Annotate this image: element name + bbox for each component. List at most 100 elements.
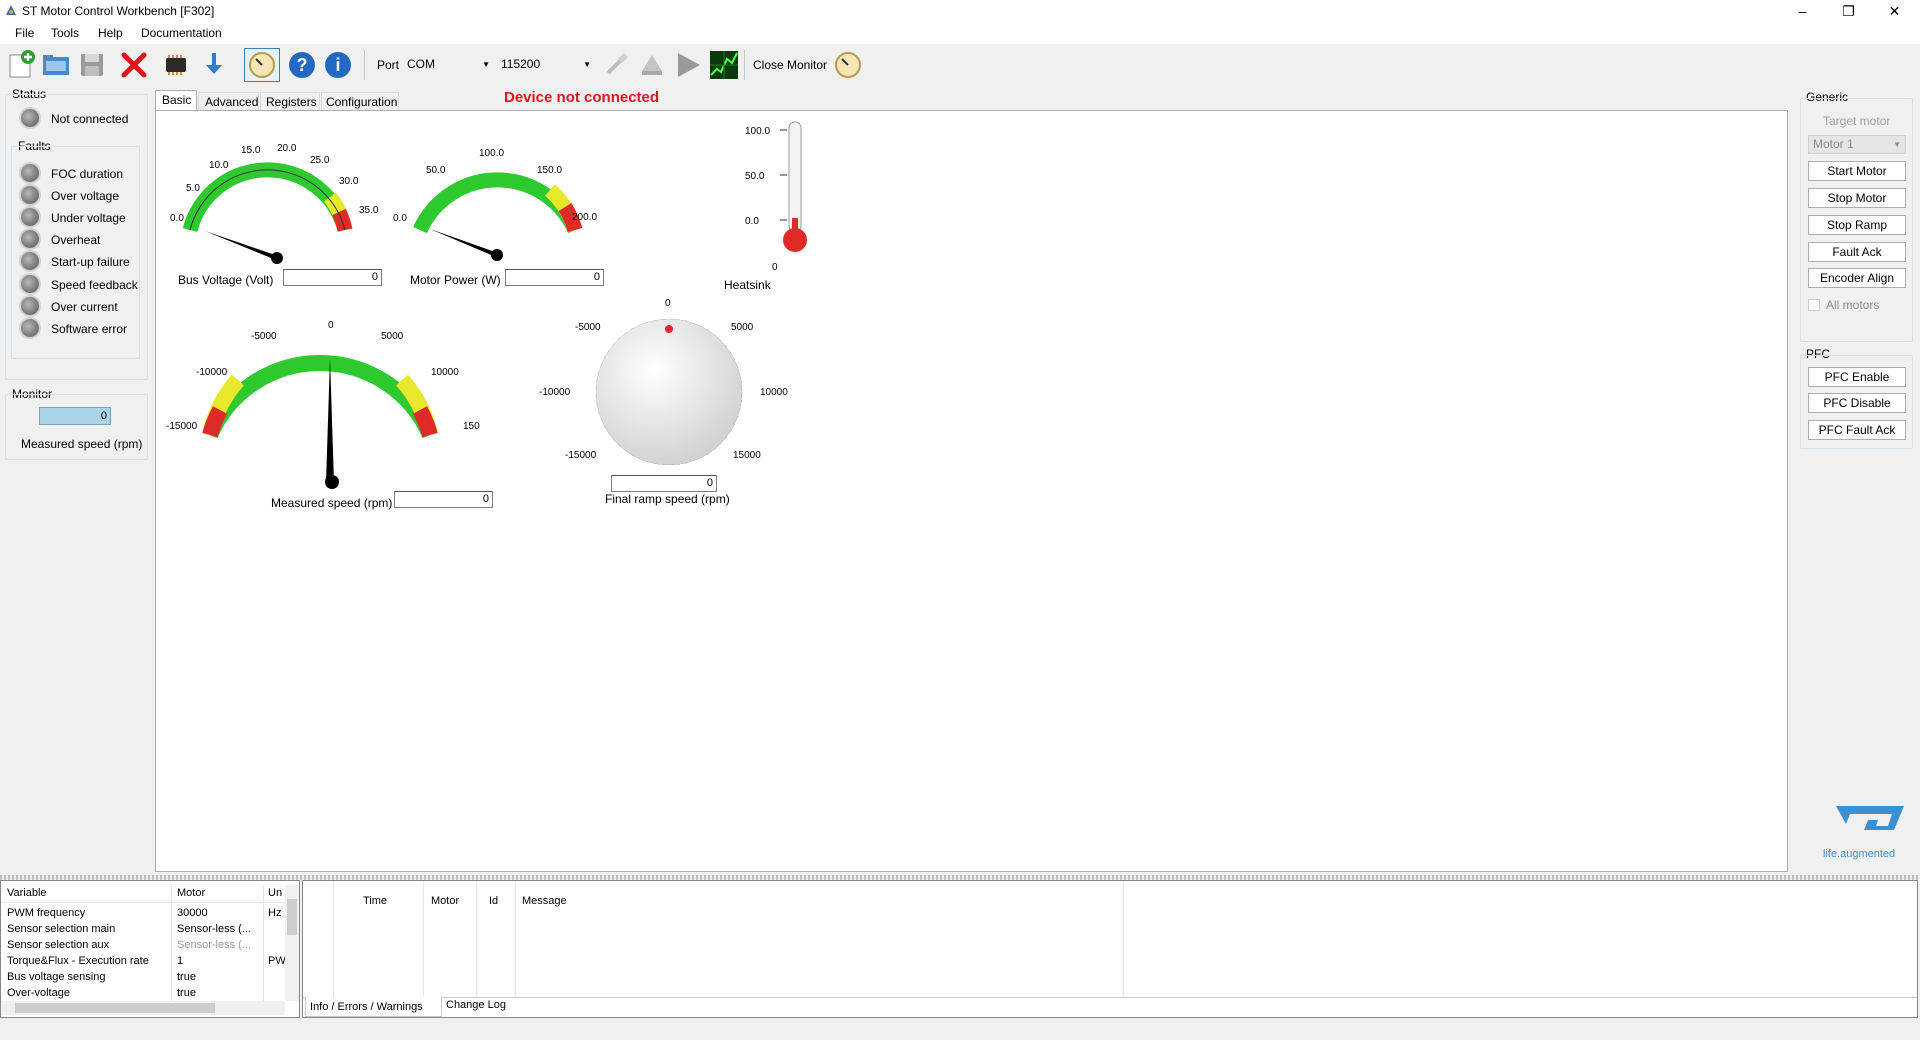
table-cell: true xyxy=(177,971,196,983)
gauge-icon xyxy=(249,52,275,78)
tab-configuration-label[interactable]: Configuration xyxy=(326,95,397,109)
measured-speed-gauge: -15000 -10000 -5000 0 5000 10000 15000 xyxy=(166,320,480,489)
connect-plug-icon[interactable] xyxy=(600,49,632,81)
gauge-tick: 0 xyxy=(328,320,334,331)
write-icon[interactable] xyxy=(636,49,668,81)
window-title: ST Motor Control Workbench [F302] xyxy=(22,4,215,18)
gauge-needle xyxy=(430,229,498,257)
start-motor-button[interactable]: Start Motor xyxy=(1808,161,1906,181)
table-cell: Over-voltage xyxy=(7,987,70,999)
menu-tools[interactable]: Tools xyxy=(51,26,79,40)
download-icon[interactable] xyxy=(198,49,230,81)
motor-select[interactable]: Motor 1 ▼ xyxy=(1808,135,1906,154)
measured-speed-readout: 0 xyxy=(394,491,493,508)
tab-info-errors-warnings-label[interactable]: Info / Errors / Warnings xyxy=(310,1001,423,1013)
info-icon[interactable]: i xyxy=(322,49,354,81)
pfc-fault-ack-button[interactable]: PFC Fault Ack xyxy=(1808,420,1906,440)
gauge-tick: 15000 xyxy=(463,421,480,432)
measured-speed-label: Measured speed (rpm) xyxy=(271,496,393,510)
fault-label: Over voltage xyxy=(51,189,120,203)
table-cell: PWM frequency xyxy=(7,907,86,919)
grid-header-cell[interactable]: Motor xyxy=(177,887,205,899)
fault-led-startup-failure xyxy=(21,252,39,270)
monitor-toggle-button[interactable] xyxy=(244,48,280,82)
scrollbar-thumb[interactable] xyxy=(15,1003,215,1013)
log-tab-divider xyxy=(303,997,1917,998)
chip-icon[interactable] xyxy=(160,49,192,81)
menu-help[interactable]: Help xyxy=(98,26,123,40)
connection-status: Not connected xyxy=(51,112,129,126)
log-header-cell[interactable]: Time xyxy=(363,895,387,907)
toolbar: ? i Port COM ▼ 115200 ▼ Close Monitor xyxy=(0,44,1920,86)
log-header-cell[interactable]: Message xyxy=(522,895,567,907)
scrollbar-thumb[interactable] xyxy=(287,899,297,935)
knob-tick: -10000 xyxy=(539,387,571,398)
gauge-tick: -10000 xyxy=(196,367,228,378)
gauge-pivot xyxy=(325,475,339,489)
all-motors-checkbox[interactable] xyxy=(1808,299,1820,311)
help-icon[interactable]: ? xyxy=(286,49,318,81)
tab-registers-label[interactable]: Registers xyxy=(266,95,317,109)
close-window-button[interactable]: ✕ xyxy=(1872,0,1917,22)
fault-label: Software error xyxy=(51,322,128,336)
title-bar: ST Motor Control Workbench [F302] – ❐ ✕ xyxy=(0,0,1920,22)
fault-label: Overheat xyxy=(51,233,101,247)
port-select[interactable]: COM ▼ xyxy=(401,54,494,75)
gauge-tick: 0.0 xyxy=(393,213,407,224)
play-icon[interactable] xyxy=(672,49,704,81)
log-column-divider xyxy=(1123,881,1124,997)
knob-tick: 10000 xyxy=(760,387,788,398)
scope-icon[interactable] xyxy=(708,49,740,81)
baud-select[interactable]: 115200 ▼ xyxy=(495,54,595,75)
vertical-scrollbar[interactable] xyxy=(285,885,299,1001)
grid-header-cell[interactable]: Un xyxy=(268,887,282,899)
encoder-align-button[interactable]: Encoder Align xyxy=(1808,268,1906,288)
menu-file[interactable]: File xyxy=(15,26,34,40)
log-header-cell[interactable]: Id xyxy=(489,895,498,907)
table-cell: Sensor selection aux xyxy=(7,939,110,951)
knob-tick: -5000 xyxy=(575,322,601,333)
final-ramp-knob[interactable]: 0 5000 10000 15000 -15000 -10000 -5000 xyxy=(535,295,795,465)
fault-label: Speed feedback xyxy=(51,278,138,292)
gauge-needle xyxy=(205,231,278,260)
gauge-tick: 25.0 xyxy=(310,155,330,166)
motor-power-gauge: 0.0 50.0 100.0 150.0 200.0 xyxy=(393,148,597,261)
knob-indicator xyxy=(665,325,673,333)
table-cell: Sensor-less (... xyxy=(177,923,251,935)
table-cell: 1 xyxy=(177,955,184,967)
pfc-enable-button[interactable]: PFC Enable xyxy=(1808,367,1906,387)
fault-ack-button[interactable]: Fault Ack xyxy=(1808,242,1906,262)
log-header-cell[interactable]: Motor xyxy=(431,895,459,907)
tab-change-log-label[interactable]: Change Log xyxy=(446,999,506,1011)
bus-voltage-label: Bus Voltage (Volt) xyxy=(178,273,274,287)
log-column-divider xyxy=(476,881,477,997)
menu-documentation[interactable]: Documentation xyxy=(141,26,222,40)
motor-select-value: Motor 1 xyxy=(1813,137,1854,151)
knob-tick: -15000 xyxy=(565,450,597,461)
tab-advanced-label[interactable]: Advanced xyxy=(205,95,258,109)
pfc-disable-button[interactable]: PFC Disable xyxy=(1808,393,1906,413)
delete-icon[interactable] xyxy=(118,49,150,81)
table-cell: Hz xyxy=(268,907,282,919)
toolbar-separator xyxy=(744,50,745,80)
knob-tick: 0 xyxy=(665,298,671,309)
grid-header-cell[interactable]: Variable xyxy=(7,887,47,899)
save-icon[interactable] xyxy=(76,49,108,81)
monitor-speed-label: Measured speed (rpm) xyxy=(21,437,143,451)
open-folder-icon[interactable] xyxy=(40,49,72,81)
gauge-pivot xyxy=(271,252,283,264)
new-project-icon[interactable] xyxy=(6,49,38,81)
port-value: COM xyxy=(407,57,435,71)
gauge-tick: 10000 xyxy=(431,367,459,378)
close-monitor-label[interactable]: Close Monitor xyxy=(753,58,827,72)
chevron-down-icon: ▼ xyxy=(1893,140,1901,149)
log-panel: Time Motor Id Message Info / Errors / Wa… xyxy=(302,880,1918,1018)
close-monitor-gauge-icon[interactable] xyxy=(832,49,864,81)
restore-button[interactable]: ❐ xyxy=(1826,0,1871,22)
minimize-button[interactable]: – xyxy=(1780,0,1825,22)
stop-motor-button[interactable]: Stop Motor xyxy=(1808,188,1906,208)
stop-ramp-button[interactable]: Stop Ramp xyxy=(1808,215,1906,235)
fault-label: Start-up failure xyxy=(51,255,130,269)
tab-basic-label[interactable]: Basic xyxy=(162,93,191,107)
horizontal-scrollbar[interactable] xyxy=(1,1001,285,1015)
